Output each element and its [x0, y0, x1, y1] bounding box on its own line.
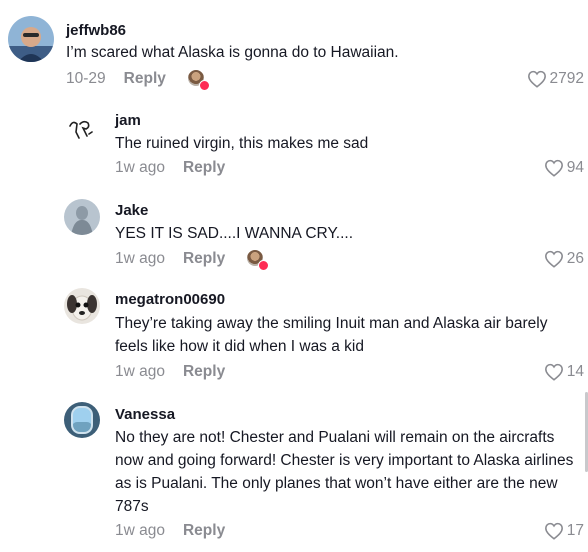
creator-liked-icon: [247, 250, 270, 271]
comment-meta: 10-29 Reply: [66, 69, 210, 91]
comment-text: I’m scared what Alaska is gonna do to Ha…: [66, 44, 399, 61]
comment-meta: 1w ago Reply: [115, 158, 225, 178]
comment-date: 1w ago: [115, 159, 165, 176]
avatar[interactable]: [64, 288, 100, 324]
creator-liked-icon: [187, 70, 210, 91]
reply-button[interactable]: Reply: [124, 70, 166, 88]
comment-text: YES IT IS SAD....I WANNA CRY....: [115, 225, 354, 242]
comment-date: 1w ago: [115, 250, 165, 267]
comment-username[interactable]: Vanessa: [115, 406, 175, 424]
like-button[interactable]: 94: [544, 158, 584, 178]
heart-icon: [544, 363, 563, 381]
comment-username[interactable]: megatron00690: [115, 291, 225, 309]
comment-text: No they are not! Chester and Pualani wil…: [115, 429, 574, 515]
comment-text: The ruined virgin, this makes me sad: [115, 135, 369, 152]
like-button[interactable]: 14: [544, 362, 584, 382]
comment-username[interactable]: jeffwb86: [66, 22, 126, 40]
comment-username[interactable]: Jake: [115, 202, 148, 220]
reply-button[interactable]: Reply: [183, 363, 225, 381]
like-count: 94: [566, 159, 584, 176]
window-avatar-icon: [64, 402, 100, 438]
avatar[interactable]: [8, 16, 54, 62]
sketch-avatar-icon: [64, 112, 100, 148]
reply-button[interactable]: Reply: [183, 250, 225, 268]
heart-icon: [544, 250, 563, 268]
heart-icon: [527, 70, 546, 88]
comment-date: 1w ago: [115, 363, 165, 380]
user-avatar-icon: [8, 16, 54, 62]
comment-meta: 1w ago Reply: [115, 249, 270, 271]
avatar[interactable]: [64, 402, 100, 438]
comment-text: They’re taking away the smiling Inuit ma…: [115, 315, 548, 355]
like-count: 2792: [549, 70, 584, 87]
reply-button[interactable]: Reply: [183, 159, 225, 177]
comment-meta: 1w ago Reply: [115, 362, 225, 382]
like-count: 14: [566, 363, 584, 380]
like-count: 17: [566, 522, 584, 539]
heart-icon: [544, 522, 563, 540]
reply-button[interactable]: Reply: [183, 522, 225, 540]
avatar[interactable]: [64, 112, 100, 148]
statue-avatar-icon: [64, 199, 100, 235]
like-button[interactable]: 2792: [527, 69, 584, 89]
comment-username[interactable]: jam: [115, 112, 141, 130]
like-button[interactable]: 17: [544, 521, 584, 541]
comment-meta: 1w ago Reply: [115, 521, 225, 541]
comment-date: 1w ago: [115, 522, 165, 539]
like-count: 26: [566, 250, 584, 267]
like-button[interactable]: 26: [544, 249, 584, 269]
heart-icon: [544, 159, 563, 177]
dog-avatar-icon: [64, 288, 100, 324]
comment-date: 10-29: [66, 70, 106, 87]
avatar[interactable]: [64, 199, 100, 235]
